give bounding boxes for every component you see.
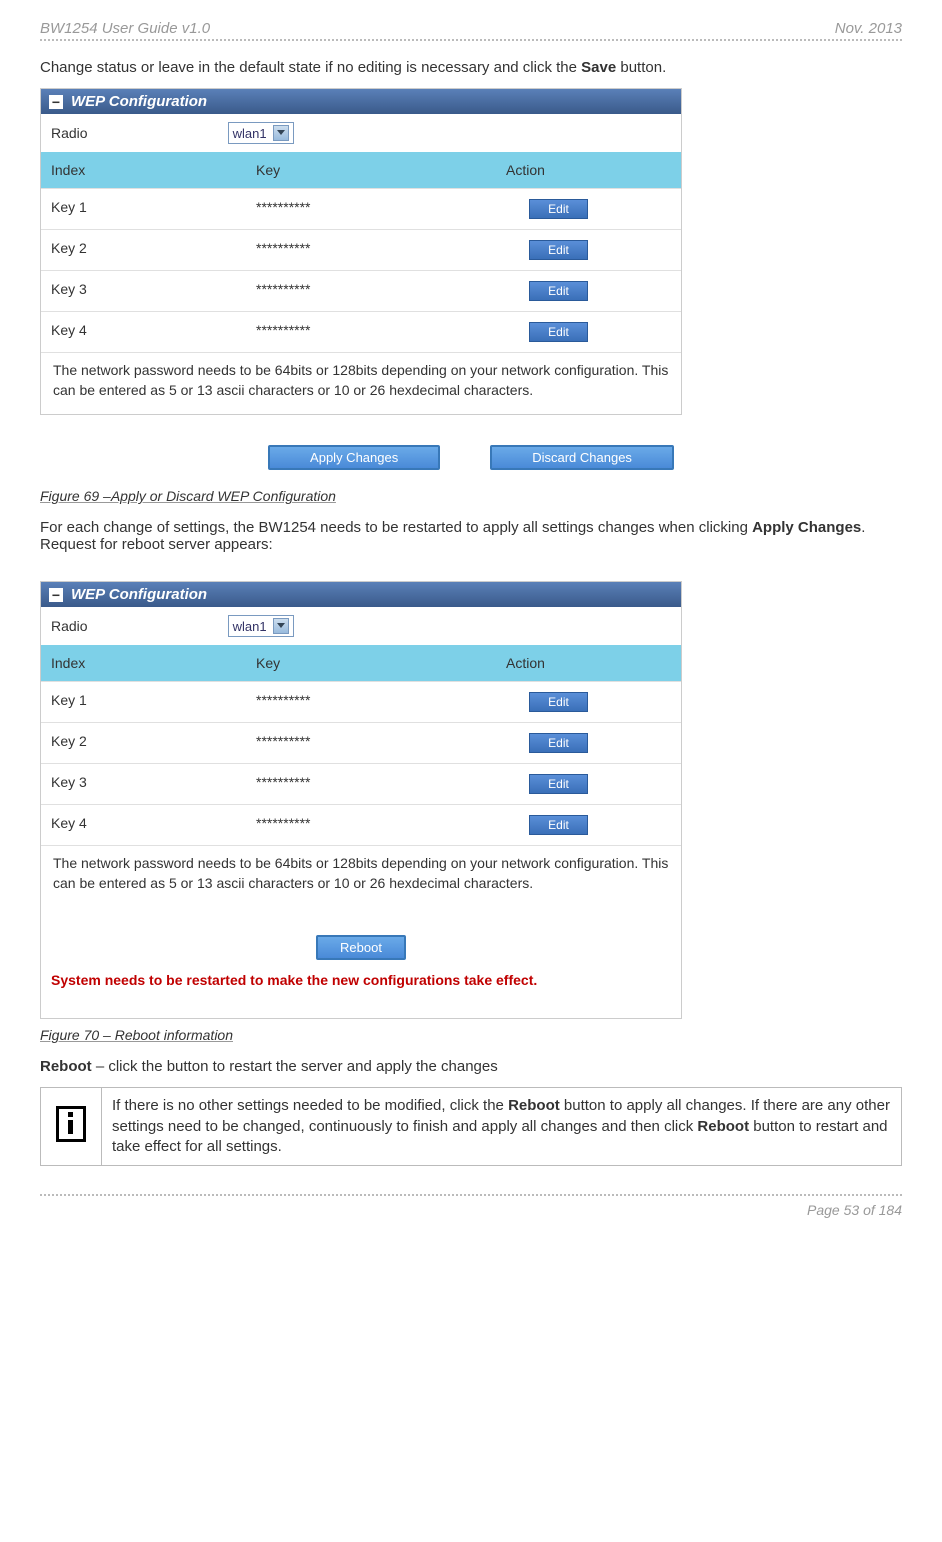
edit-button[interactable]: Edit <box>529 815 588 835</box>
radio-label: Radio <box>51 125 88 141</box>
key-label: Key 3 <box>41 271 246 311</box>
key-label: Key 1 <box>41 189 246 229</box>
table-row: Key 2 ********** Edit <box>41 722 681 763</box>
paragraph-2: For each change of settings, the BW1254 … <box>40 519 902 553</box>
edit-button[interactable]: Edit <box>529 199 588 219</box>
edit-button[interactable]: Edit <box>529 281 588 301</box>
radio-row: Radio wlan1 <box>41 114 681 152</box>
page-number: Page 53 of 184 <box>40 1202 902 1218</box>
panel-header: − WEP Configuration <box>41 582 681 607</box>
chevron-down-icon <box>273 618 289 634</box>
doc-title: BW1254 User Guide v1.0 <box>40 20 210 37</box>
table-row: Key 2 ********** Edit <box>41 229 681 270</box>
instruction-paragraph: Change status or leave in the default st… <box>40 59 902 76</box>
info-box: If there is no other settings needed to … <box>40 1087 902 1166</box>
radio-value: wlan1 <box>233 619 267 634</box>
key-value: ********** <box>246 764 466 804</box>
col-index-header: Index <box>41 152 246 188</box>
key-label: Key 3 <box>41 764 246 804</box>
wep-config-reboot-section: − WEP Configuration Radio wlan1 Index Ke… <box>40 581 682 1019</box>
table-row: Key 1 ********** Edit <box>41 188 681 229</box>
key-label: Key 2 <box>41 230 246 270</box>
col-key-header: Key <box>246 645 466 681</box>
radio-label: Radio <box>51 618 88 634</box>
table-row: Key 3 ********** Edit <box>41 270 681 311</box>
radio-row: Radio wlan1 <box>41 607 681 645</box>
reboot-button[interactable]: Reboot <box>316 935 406 960</box>
chevron-down-icon <box>273 125 289 141</box>
collapse-icon[interactable]: − <box>49 588 63 602</box>
edit-button[interactable]: Edit <box>529 774 588 794</box>
panel-note: The network password needs to be 64bits … <box>41 845 681 907</box>
info-icon-cell <box>41 1088 102 1166</box>
edit-button[interactable]: Edit <box>529 240 588 260</box>
header-divider <box>40 39 902 41</box>
reboot-instruction: Reboot – click the button to restart the… <box>40 1058 902 1075</box>
panel-title: WEP Configuration <box>71 586 207 603</box>
col-action-header: Action <box>466 152 681 188</box>
table-header-row: Index Key Action <box>41 645 681 681</box>
page-header: BW1254 User Guide v1.0 Nov. 2013 <box>40 20 902 37</box>
button-bar: Apply Changes Discard Changes <box>40 445 902 470</box>
key-value: ********** <box>246 189 466 229</box>
table-row: Key 1 ********** Edit <box>41 681 681 722</box>
key-value: ********** <box>246 805 466 845</box>
key-value: ********** <box>246 230 466 270</box>
panel-title: WEP Configuration <box>71 93 207 110</box>
table-row: Key 4 ********** Edit <box>41 804 681 845</box>
doc-date: Nov. 2013 <box>835 20 902 37</box>
col-key-header: Key <box>246 152 466 188</box>
radio-select[interactable]: wlan1 <box>228 122 294 144</box>
key-value: ********** <box>246 723 466 763</box>
table-header-row: Index Key Action <box>41 152 681 188</box>
footer-divider <box>40 1194 902 1196</box>
key-label: Key 4 <box>41 312 246 352</box>
edit-button[interactable]: Edit <box>529 692 588 712</box>
key-label: Key 2 <box>41 723 246 763</box>
table-row: Key 3 ********** Edit <box>41 763 681 804</box>
info-icon <box>56 1106 86 1142</box>
key-value: ********** <box>246 312 466 352</box>
figure-69-caption: Figure 69 –Apply or Discard WEP Configur… <box>40 488 902 504</box>
wep-config-panel: − WEP Configuration Radio wlan1 Index Ke… <box>40 88 682 415</box>
edit-button[interactable]: Edit <box>529 733 588 753</box>
key-label: Key 1 <box>41 682 246 722</box>
col-index-header: Index <box>41 645 246 681</box>
figure-70-caption: Figure 70 – Reboot information <box>40 1027 902 1043</box>
panel-header: − WEP Configuration <box>41 89 681 114</box>
collapse-icon[interactable]: − <box>49 95 63 109</box>
edit-button[interactable]: Edit <box>529 322 588 342</box>
wep-config-panel-2: − WEP Configuration Radio wlan1 Index Ke… <box>41 582 681 907</box>
info-text: If there is no other settings needed to … <box>102 1088 902 1166</box>
discard-changes-button[interactable]: Discard Changes <box>490 445 674 470</box>
radio-select[interactable]: wlan1 <box>228 615 294 637</box>
reboot-button-bar: Reboot <box>41 935 681 960</box>
table-row: Key 4 ********** Edit <box>41 311 681 352</box>
key-label: Key 4 <box>41 805 246 845</box>
col-action-header: Action <box>466 645 681 681</box>
key-value: ********** <box>246 682 466 722</box>
radio-value: wlan1 <box>233 126 267 141</box>
key-value: ********** <box>246 271 466 311</box>
reboot-warning: System needs to be restarted to make the… <box>51 972 671 988</box>
apply-changes-button[interactable]: Apply Changes <box>268 445 440 470</box>
panel-note: The network password needs to be 64bits … <box>41 352 681 414</box>
